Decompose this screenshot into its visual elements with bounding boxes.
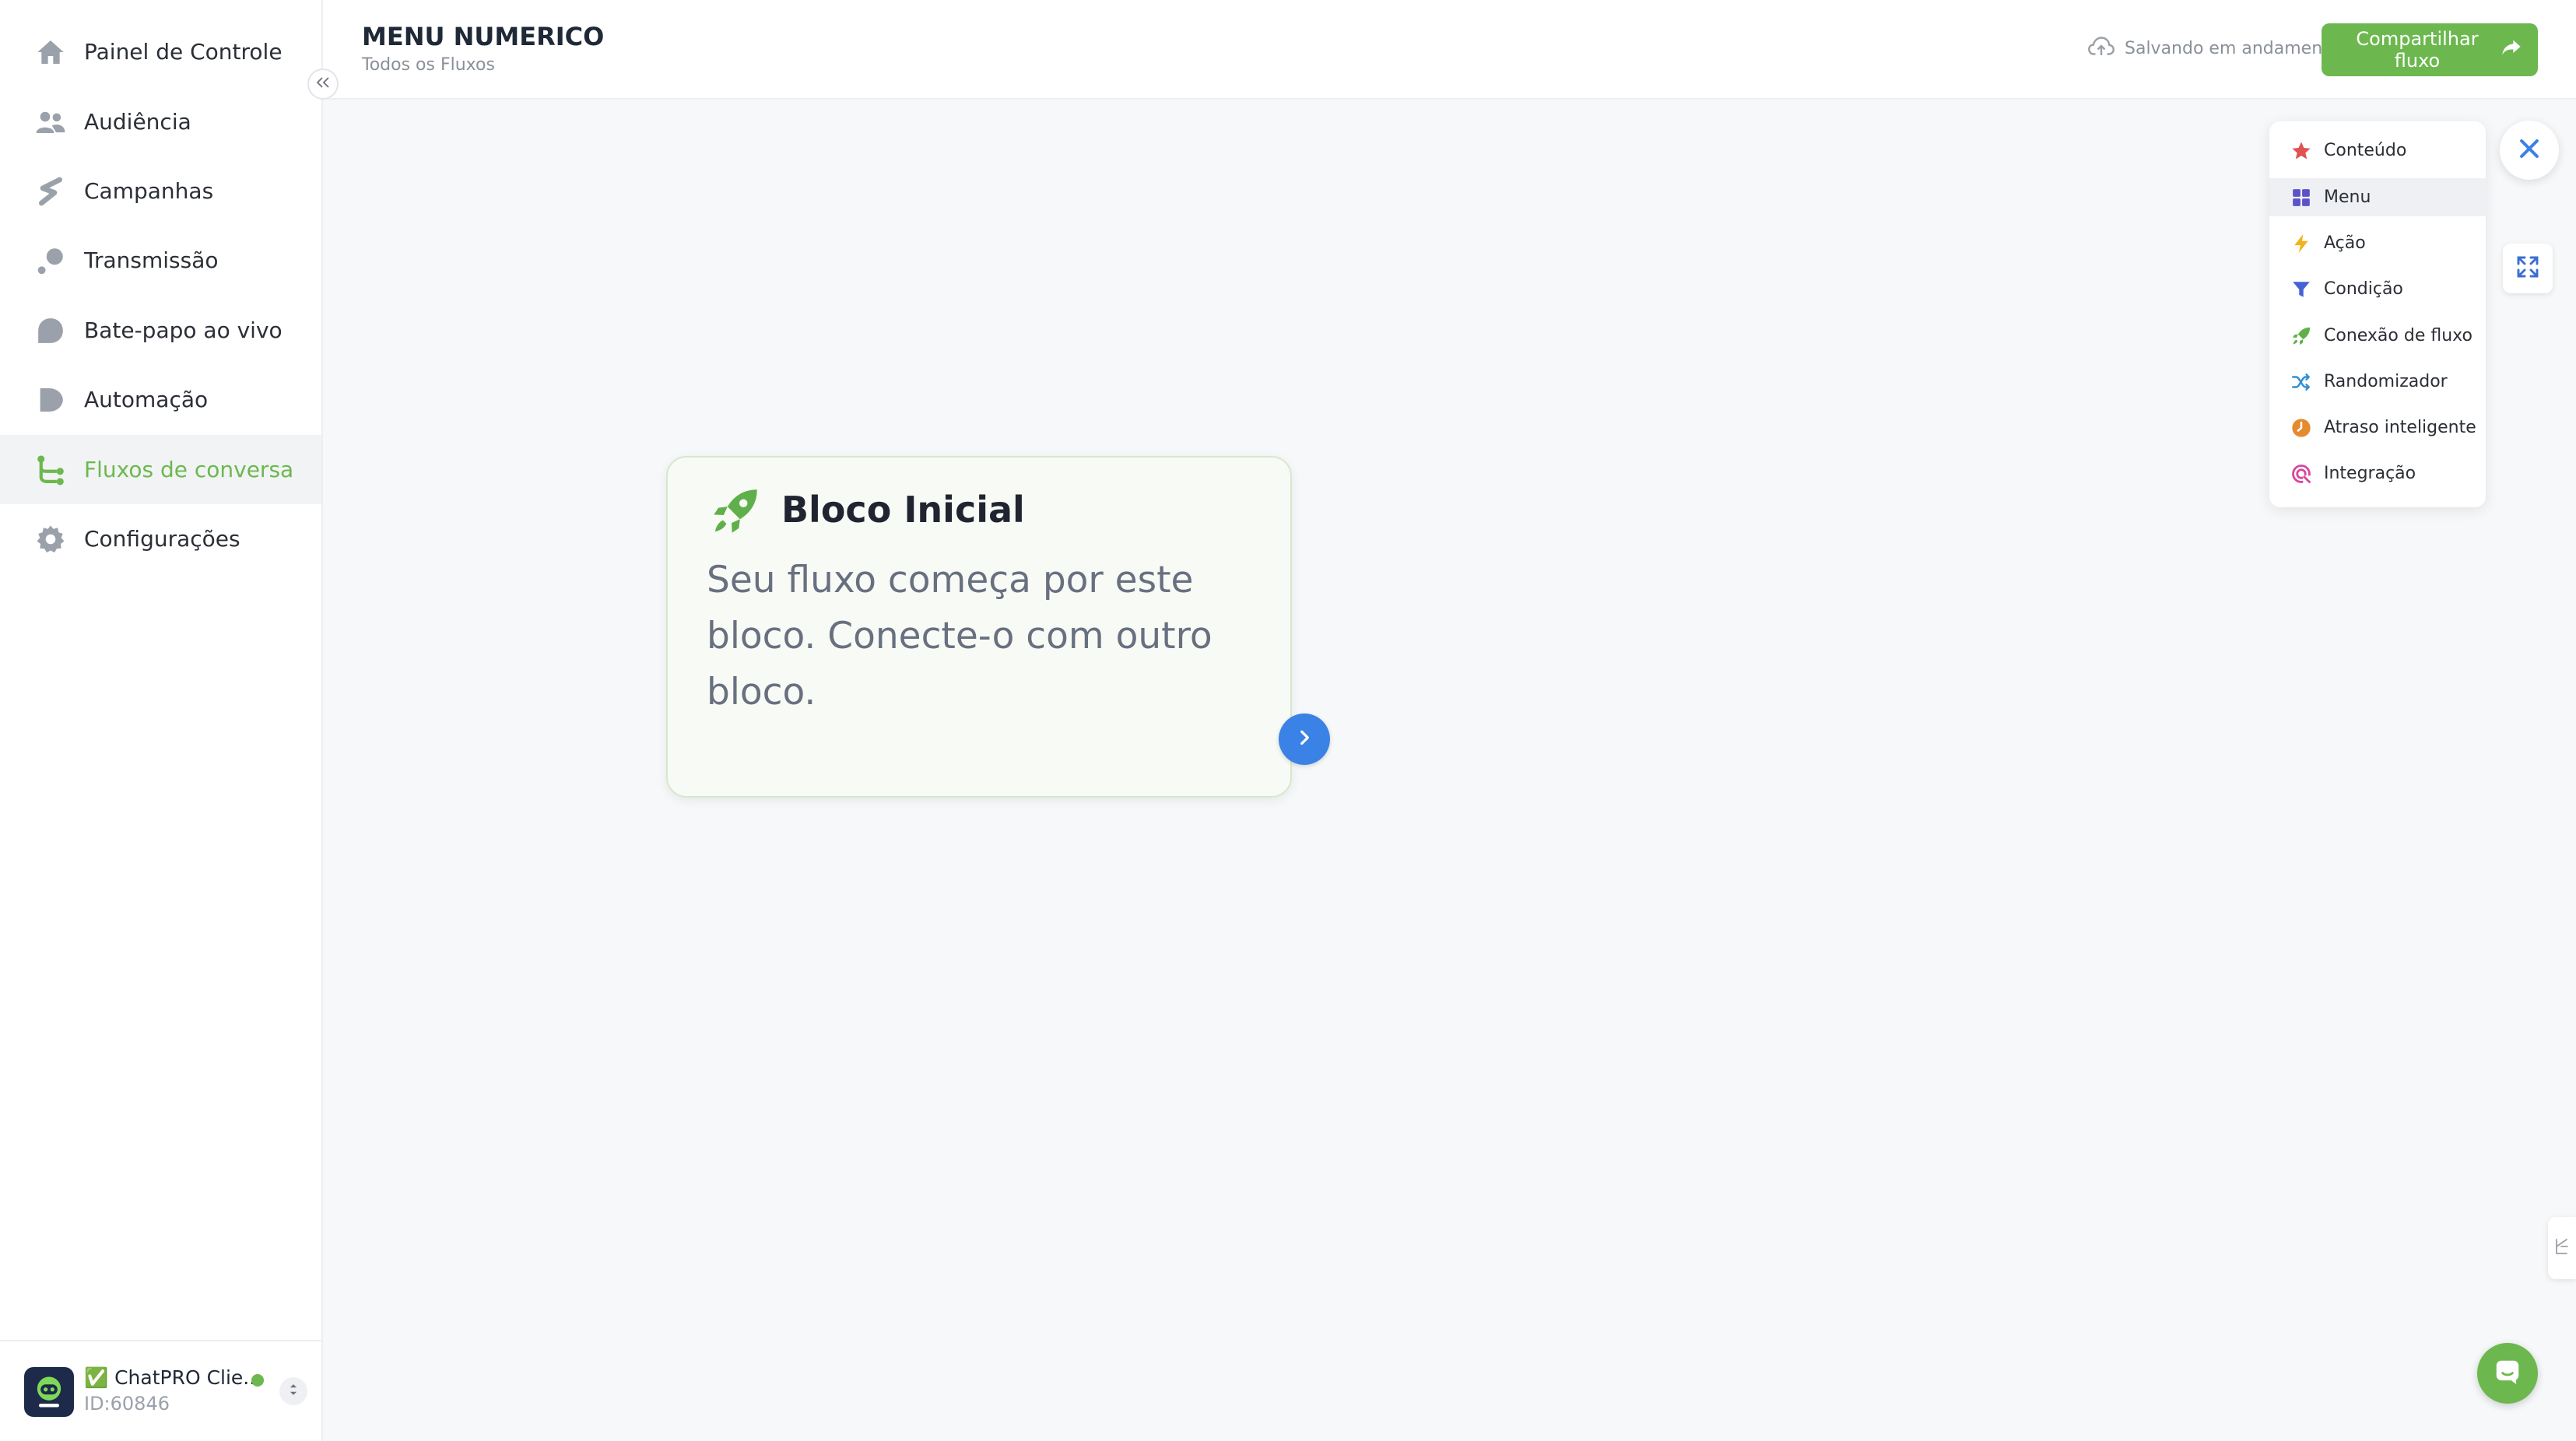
grid-icon: [2290, 186, 2313, 209]
menu-item-label: Menu: [2324, 188, 2371, 207]
funnel-icon: [2290, 278, 2313, 301]
cloud-upload-icon: [2087, 34, 2115, 62]
share-flow-label: Compartilhar fluxo: [2356, 28, 2479, 72]
start-block-description: Seu fluxo começa por este bloco. Conecte…: [707, 559, 1213, 713]
menu-item-atraso-inteligente[interactable]: Atraso inteligente: [2269, 408, 2486, 447]
sidebar: Painel de Controle Audiência Campanhas T…: [0, 0, 323, 1441]
home-icon: [34, 36, 67, 68]
sidebar-item-campanhas[interactable]: Campanhas: [0, 156, 321, 226]
gear-icon: [34, 523, 67, 556]
account-name: ✅ ChatPRO Clie...: [84, 1366, 262, 1389]
clock-icon: [2290, 416, 2313, 440]
account-switcher[interactable]: ✅ ChatPRO Clie... ID:60846: [0, 1340, 321, 1441]
expand-icon: [2515, 254, 2540, 282]
breadcrumb[interactable]: Todos os Fluxos: [362, 55, 495, 75]
star-icon: [2290, 139, 2313, 163]
side-panel-tab[interactable]: [2548, 1217, 2576, 1279]
users-icon: [34, 106, 67, 138]
support-chat-launcher[interactable]: [2477, 1343, 2538, 1404]
menu-item-conteudo[interactable]: Conteúdo: [2269, 131, 2486, 170]
menu-item-label: Ação: [2324, 233, 2366, 253]
save-status: Salvando em andamento: [2087, 34, 2339, 62]
close-icon: [2516, 135, 2543, 165]
sidebar-item-label: Audiência: [84, 109, 191, 135]
sidebar-item-label: Automação: [84, 387, 209, 412]
sidebar-item-transmissao[interactable]: Transmissão: [0, 226, 321, 295]
menu-item-menu[interactable]: Menu: [2269, 178, 2486, 216]
sidebar-item-label: Transmissão: [84, 247, 219, 273]
sidebar-item-label: Painel de Controle: [84, 39, 283, 65]
sidebar-item-label: Bate-papo ao vivo: [84, 317, 283, 343]
rocket-icon: [708, 484, 763, 538]
page-title: MENU NUMERICO: [362, 22, 605, 51]
sidebar-item-fluxos-de-conversa[interactable]: Fluxos de conversa: [0, 435, 321, 504]
menu-item-acao[interactable]: Ação: [2269, 224, 2486, 262]
play-icon: [34, 384, 67, 416]
rocket-icon: [2290, 324, 2313, 348]
collapse-sidebar-button[interactable]: [307, 68, 339, 100]
menu-item-label: Condição: [2324, 279, 2403, 299]
sidebar-item-automacao[interactable]: Automação: [0, 365, 321, 434]
menu-item-randomizador[interactable]: Randomizador: [2269, 363, 2486, 401]
menu-item-label: Integração: [2324, 464, 2416, 483]
integration-icon: [2290, 462, 2313, 486]
sidebar-item-audiencia[interactable]: Audiência: [0, 87, 321, 156]
close-block-menu-button[interactable]: [2500, 121, 2559, 180]
online-status-dot: [251, 1374, 264, 1387]
connect-next-block-button[interactable]: [1279, 713, 1330, 765]
flow-icon: [34, 454, 67, 486]
chevron-up-down-icon: [286, 1381, 300, 1401]
menu-item-label: Randomizador: [2324, 372, 2448, 391]
add-block-menu: Conteúdo Menu Ação Condição Conexão de f…: [2269, 121, 2486, 507]
start-block[interactable]: Bloco Inicial Seu fluxo começa por este …: [666, 456, 1292, 798]
menu-item-label: Atraso inteligente: [2324, 418, 2476, 437]
broadcast-icon: [34, 244, 67, 277]
header: MENU NUMERICO Todos os Fluxos Salvando e…: [323, 0, 2576, 100]
account-id: ID:60846: [84, 1393, 170, 1415]
chat-icon: [2493, 1357, 2522, 1390]
sidebar-item-label: Campanhas: [84, 178, 214, 204]
save-status-label: Salvando em andamento: [2125, 38, 2340, 58]
menu-item-label: Conexão de fluxo: [2324, 326, 2472, 345]
sidebar-item-label: Fluxos de conversa: [84, 457, 294, 482]
flow-canvas[interactable]: [323, 100, 2576, 1441]
chat-bubble-icon: [34, 314, 67, 347]
start-block-title: Bloco Inicial: [781, 489, 1025, 531]
menu-item-label: Conteúdo: [2324, 141, 2407, 160]
sidebar-item-bate-papo[interactable]: Bate-papo ao vivo: [0, 296, 321, 365]
chevron-right-icon: [1294, 728, 1314, 751]
account-switch-button[interactable]: [279, 1377, 307, 1405]
shuffle-icon: [2290, 370, 2313, 394]
avatar: [24, 1367, 74, 1417]
menu-item-integracao[interactable]: Integração: [2269, 454, 2486, 493]
sidebar-item-configuracoes[interactable]: Configurações: [0, 504, 321, 573]
bolt-icon: [2290, 232, 2313, 255]
share-arrow-icon: [2501, 38, 2522, 61]
share-flow-button[interactable]: Compartilhar fluxo: [2322, 23, 2538, 76]
menu-item-condicao[interactable]: Condição: [2269, 270, 2486, 308]
connector-icon: [2553, 1236, 2571, 1260]
chevrons-left-icon: [314, 75, 332, 93]
menu-item-conexao-de-fluxo[interactable]: Conexão de fluxo: [2269, 317, 2486, 355]
sidebar-item-painel-de-controle[interactable]: Painel de Controle: [0, 17, 321, 86]
fullscreen-button[interactable]: [2503, 244, 2553, 293]
campaign-icon: [34, 175, 67, 208]
sidebar-item-label: Configurações: [84, 526, 240, 552]
